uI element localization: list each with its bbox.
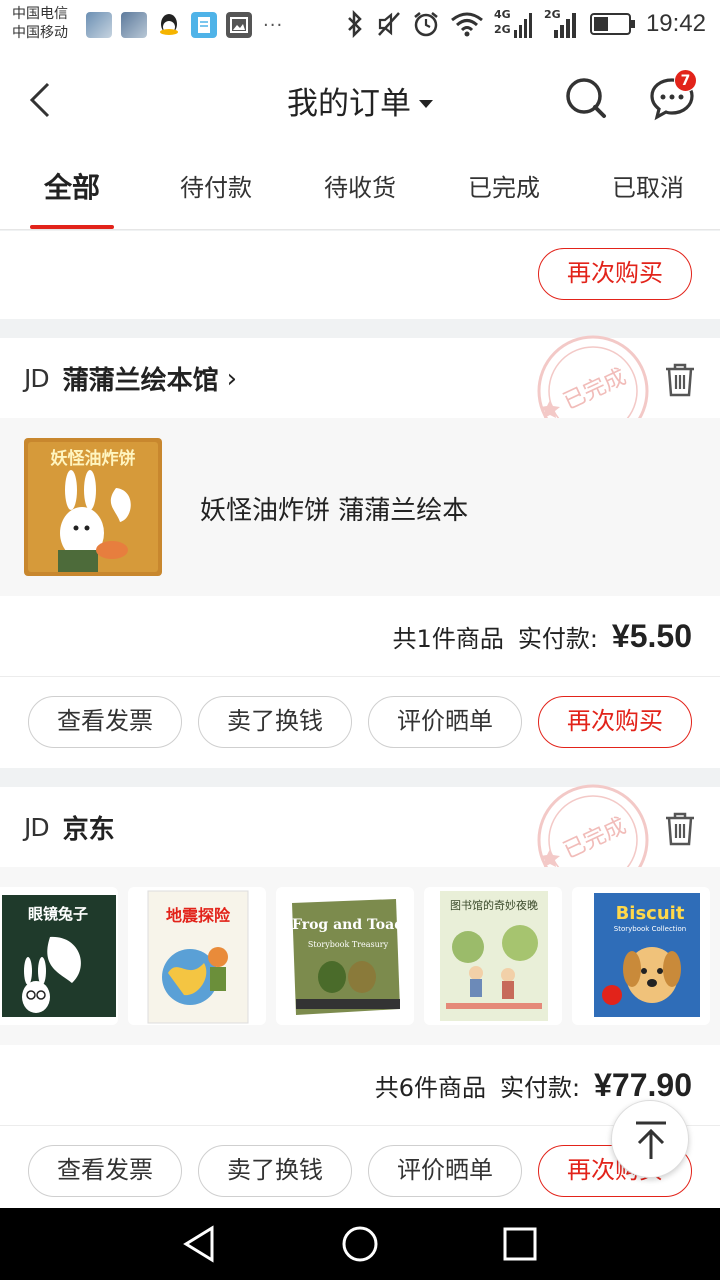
arrow-up-icon: [636, 1121, 666, 1159]
status-bar: 中国电信 中国移动 ··· 4G 2G 2G 19:42: [0, 0, 720, 50]
item-count: 共6件商品: [374, 1074, 487, 1102]
book-cover-title: Frog and Toad: [292, 917, 404, 933]
product-thumbnail[interactable]: 图书馆的奇妙夜晚: [424, 887, 562, 1025]
tab-completed[interactable]: 已完成: [432, 150, 576, 229]
tab-pending-payment[interactable]: 待付款: [144, 150, 288, 229]
book-cover-title: 图书馆的奇妙夜晚: [450, 898, 538, 912]
view-invoice-button[interactable]: 查看发票: [28, 696, 182, 748]
book-cover-title: Biscuit: [616, 903, 685, 924]
product-thumbnail[interactable]: Biscuit Storybook Collection: [572, 887, 710, 1025]
book-cover-image: 眼镜兔子: [2, 895, 116, 1017]
page-title: 我的订单: [287, 86, 411, 122]
message-count-badge: 7: [674, 69, 697, 92]
system-icons: 4G 2G 2G 19:42: [344, 6, 706, 42]
trash-icon[interactable]: [664, 362, 696, 398]
mute-icon: [378, 12, 400, 36]
search-icon[interactable]: [562, 74, 610, 122]
order-summary: 共6件商品 实付款: ¥77.90: [375, 1067, 692, 1104]
chevron-right-icon: ›: [226, 363, 238, 394]
book-cover-subtitle: Storybook Treasury: [308, 940, 389, 949]
signal-1: 4G 2G: [494, 8, 534, 40]
gallery-app-icon: [121, 12, 147, 38]
product-title: 妖怪油炸饼 蒲蒲兰绘本: [200, 496, 469, 526]
view-invoice-button[interactable]: 查看发票: [28, 1145, 182, 1197]
notification-icons: ···: [86, 12, 283, 38]
jd-logo: JD: [24, 813, 50, 842]
network-label-1: 4G: [493, 8, 511, 21]
signal-2: 2G: [544, 8, 580, 40]
jd-logo: JD: [24, 364, 50, 393]
product-thumbnail[interactable]: 地震探险: [128, 887, 266, 1025]
order-summary: 共1件商品 实付款: ¥5.50: [393, 618, 692, 655]
battery-icon: [589, 13, 635, 35]
sell-item-button[interactable]: 卖了换钱: [198, 696, 352, 748]
tab-all[interactable]: 全部: [0, 150, 144, 229]
gallery-app-icon: [86, 12, 112, 38]
android-nav-bar: [0, 1208, 720, 1280]
page-title-dropdown[interactable]: 我的订单: [0, 78, 720, 123]
tab-cancelled[interactable]: 已取消: [576, 150, 720, 229]
review-button[interactable]: 评价晒单: [368, 1145, 522, 1197]
header-bar: 我的订单 7: [0, 50, 720, 150]
signal-bars-icon: [553, 13, 576, 38]
nav-home-icon[interactable]: [340, 1224, 380, 1264]
book-cover-title: 眼镜兔子: [28, 905, 88, 923]
product-thumbnail[interactable]: Frog and Toad Storybook Treasury: [276, 887, 414, 1025]
nav-back-icon[interactable]: [180, 1224, 220, 1264]
paid-label: 实付款:: [500, 1074, 581, 1102]
tab-pending-receipt[interactable]: 待收货: [288, 150, 432, 229]
photos-app-icon: [226, 12, 252, 38]
product-thumbnails-row[interactable]: 眼镜兔子 地震探险 Frog and Toad Storybook Treasu…: [0, 867, 720, 1045]
caret-down-icon: [419, 99, 433, 108]
stamp-text: 已完成: [560, 813, 630, 864]
paid-amount: ¥77.90: [594, 1067, 692, 1103]
item-count: 共1件商品: [392, 625, 504, 653]
more-notifications-icon: ···: [263, 14, 284, 36]
book-cover-image: Biscuit Storybook Collection: [594, 893, 700, 1017]
store-name: 京东: [62, 815, 115, 845]
book-cover-image: 妖怪油炸饼: [24, 438, 162, 576]
store-link[interactable]: JD 蒲蒲兰绘本馆 ›: [24, 360, 237, 397]
sell-item-button[interactable]: 卖了换钱: [198, 1145, 352, 1197]
signal-bars-icon: [513, 13, 532, 38]
divider: [0, 676, 720, 677]
order-status-tabs: 全部 待付款 待收货 已完成 已取消: [0, 150, 720, 230]
book-cover-title: 地震探险: [166, 906, 231, 925]
wifi-icon: [451, 12, 483, 37]
book-cover-image: 地震探险: [147, 890, 249, 1024]
carrier-info: 中国电信 中国移动: [12, 5, 68, 43]
book-cover-subtitle: Storybook Collection: [614, 925, 686, 933]
review-button[interactable]: 评价晒单: [368, 696, 522, 748]
qq-icon: [156, 12, 182, 38]
store-link[interactable]: JD 京东: [24, 809, 115, 846]
book-cover-title: 妖怪油炸饼: [51, 448, 136, 469]
notes-app-icon: [191, 12, 217, 38]
carrier-1: 中国电信: [12, 6, 68, 22]
alarm-icon: [414, 12, 438, 37]
back-to-top-button[interactable]: [611, 1100, 689, 1178]
product-thumbnail[interactable]: 眼镜兔子: [0, 887, 118, 1025]
paid-amount: ¥5.50: [611, 618, 692, 654]
clock: 19:42: [645, 10, 706, 37]
book-cover-image: Frog and Toad Storybook Treasury: [292, 899, 404, 1015]
stamp-text: 已完成: [560, 364, 630, 415]
book-cover-image: 图书馆的奇妙夜晚: [440, 891, 548, 1021]
rebuy-button[interactable]: 再次购买: [538, 248, 692, 300]
carrier-2: 中国移动: [12, 25, 68, 41]
nav-recents-icon[interactable]: [500, 1224, 540, 1264]
store-name: 蒲蒲兰绘本馆: [62, 366, 219, 396]
previous-order-actions: 再次购买: [0, 231, 720, 319]
bluetooth-icon: [348, 10, 362, 38]
order-card: JD 蒲蒲兰绘本馆 › 已完成 妖怪油炸饼 妖怪油炸饼 蒲蒲兰绘本 共1件商品 …: [0, 335, 720, 768]
rebuy-button[interactable]: 再次购买: [538, 696, 692, 748]
product-row[interactable]: 妖怪油炸饼 妖怪油炸饼 蒲蒲兰绘本: [0, 418, 720, 596]
trash-icon[interactable]: [664, 811, 696, 847]
paid-label: 实付款:: [517, 625, 598, 653]
network-label-2: 2G: [493, 23, 511, 36]
